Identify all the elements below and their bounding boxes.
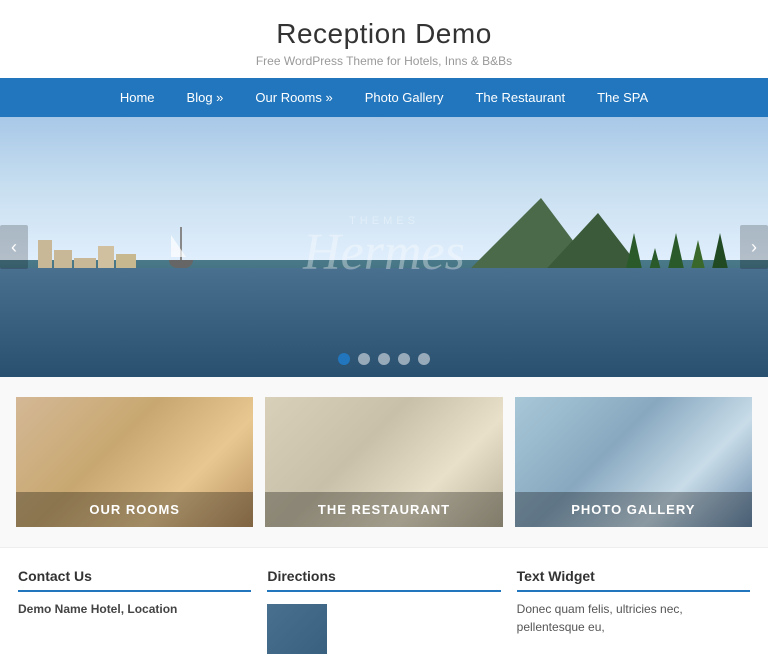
nav-spa[interactable]: The SPA <box>581 78 664 117</box>
hero-slider: THEMES Hermes ‹ › <box>0 117 768 377</box>
boat <box>169 227 193 268</box>
widget-contact: Contact Us Demo Name Hotel, Location <box>10 568 259 654</box>
site-header: Reception Demo Free WordPress Theme for … <box>0 0 768 78</box>
chevron-right-icon: › <box>751 237 757 258</box>
widget-text: Text Widget Donec quam felis, ultricies … <box>509 568 758 654</box>
feature-rooms-label: OUR ROOMS <box>16 492 253 527</box>
nav-home[interactable]: Home <box>104 78 171 117</box>
widget-directions-title: Directions <box>267 568 500 592</box>
feature-gallery[interactable]: PHOTO GALLERY <box>515 397 752 527</box>
slider-dot-1[interactable] <box>338 353 350 365</box>
slider-dot-4[interactable] <box>398 353 410 365</box>
slider-prev-arrow[interactable]: ‹ <box>0 225 28 269</box>
slider-next-arrow[interactable]: › <box>740 225 768 269</box>
chevron-left-icon: ‹ <box>11 237 17 258</box>
widget-text-content: Donec quam felis, ultricies nec, pellent… <box>517 600 750 636</box>
site-title: Reception Demo <box>10 18 758 50</box>
page-wrapper: Reception Demo Free WordPress Theme for … <box>0 0 768 664</box>
feature-gallery-label: PHOTO GALLERY <box>515 492 752 527</box>
widget-contact-content: Demo Name Hotel, Location <box>18 600 251 618</box>
main-nav: Home Blog » Our Rooms » Photo Gallery Th… <box>0 78 768 117</box>
directions-map-image <box>267 604 327 654</box>
feature-our-rooms[interactable]: OUR ROOMS <box>16 397 253 527</box>
nav-restaurant[interactable]: The Restaurant <box>459 78 581 117</box>
hero-scene: THEMES Hermes <box>0 117 768 377</box>
footer-widgets: Contact Us Demo Name Hotel, Location Dir… <box>0 547 768 664</box>
hero-image: THEMES Hermes <box>0 117 768 377</box>
feature-restaurant[interactable]: THE RESTAURANT <box>265 397 502 527</box>
slider-dot-5[interactable] <box>418 353 430 365</box>
feature-row: OUR ROOMS THE RESTAURANT PHOTO GALLERY <box>0 377 768 547</box>
widget-contact-title: Contact Us <box>18 568 251 592</box>
widget-text-title: Text Widget <box>517 568 750 592</box>
slider-dots <box>338 353 430 365</box>
boat-sail <box>171 235 186 257</box>
widget-directions: Directions <box>259 568 508 654</box>
boat-hull <box>169 260 193 268</box>
slider-dot-2[interactable] <box>358 353 370 365</box>
nav-gallery[interactable]: Photo Gallery <box>349 78 460 117</box>
nav-rooms[interactable]: Our Rooms » <box>239 78 348 117</box>
slider-dot-3[interactable] <box>378 353 390 365</box>
nav-blog[interactable]: Blog » <box>171 78 240 117</box>
site-tagline: Free WordPress Theme for Hotels, Inns & … <box>10 54 758 68</box>
feature-restaurant-label: THE RESTAURANT <box>265 492 502 527</box>
